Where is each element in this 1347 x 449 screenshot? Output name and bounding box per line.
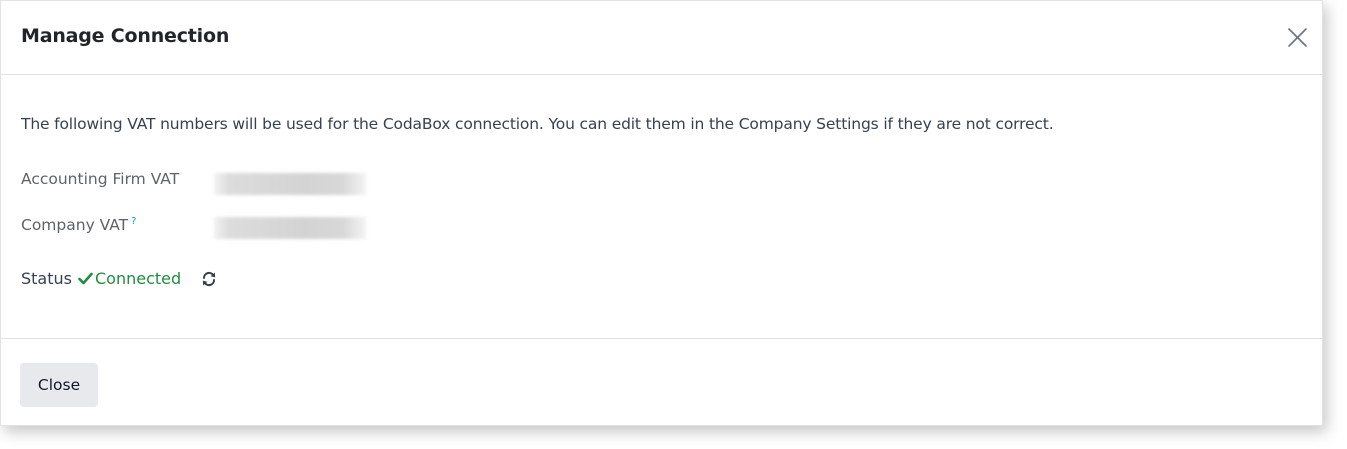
manage-connection-dialog: Manage Connection The following VAT numb… — [0, 0, 1323, 426]
intro-text: The following VAT numbers will be used f… — [21, 115, 1054, 133]
accounting-firm-vat-label-text: Accounting Firm VAT — [21, 170, 180, 188]
check-icon — [78, 272, 93, 285]
accounting-firm-vat-label: Accounting Firm VAT — [21, 170, 179, 188]
dialog-header: Manage Connection — [1, 1, 1322, 75]
dialog-body: The following VAT numbers will be used f… — [1, 75, 1322, 338]
close-x-icon[interactable] — [1280, 21, 1314, 55]
help-tooltip-marker[interactable]: ? — [131, 216, 136, 227]
company-vat-value — [214, 217, 366, 239]
status-value-text: Connected — [94, 269, 182, 288]
company-vat-label-text: Company VAT — [21, 216, 129, 235]
status-value: Connected — [78, 269, 181, 288]
dialog-footer: Close — [1, 338, 1322, 425]
close-button[interactable]: Close — [20, 363, 98, 407]
dialog-title: Manage Connection — [21, 25, 230, 47]
status-label: Status — [21, 269, 72, 288]
accounting-firm-vat-value — [214, 173, 366, 195]
refresh-icon[interactable] — [201, 271, 217, 287]
company-vat-label: Company VAT? — [21, 216, 136, 234]
status-row: Status Connected — [21, 269, 217, 288]
